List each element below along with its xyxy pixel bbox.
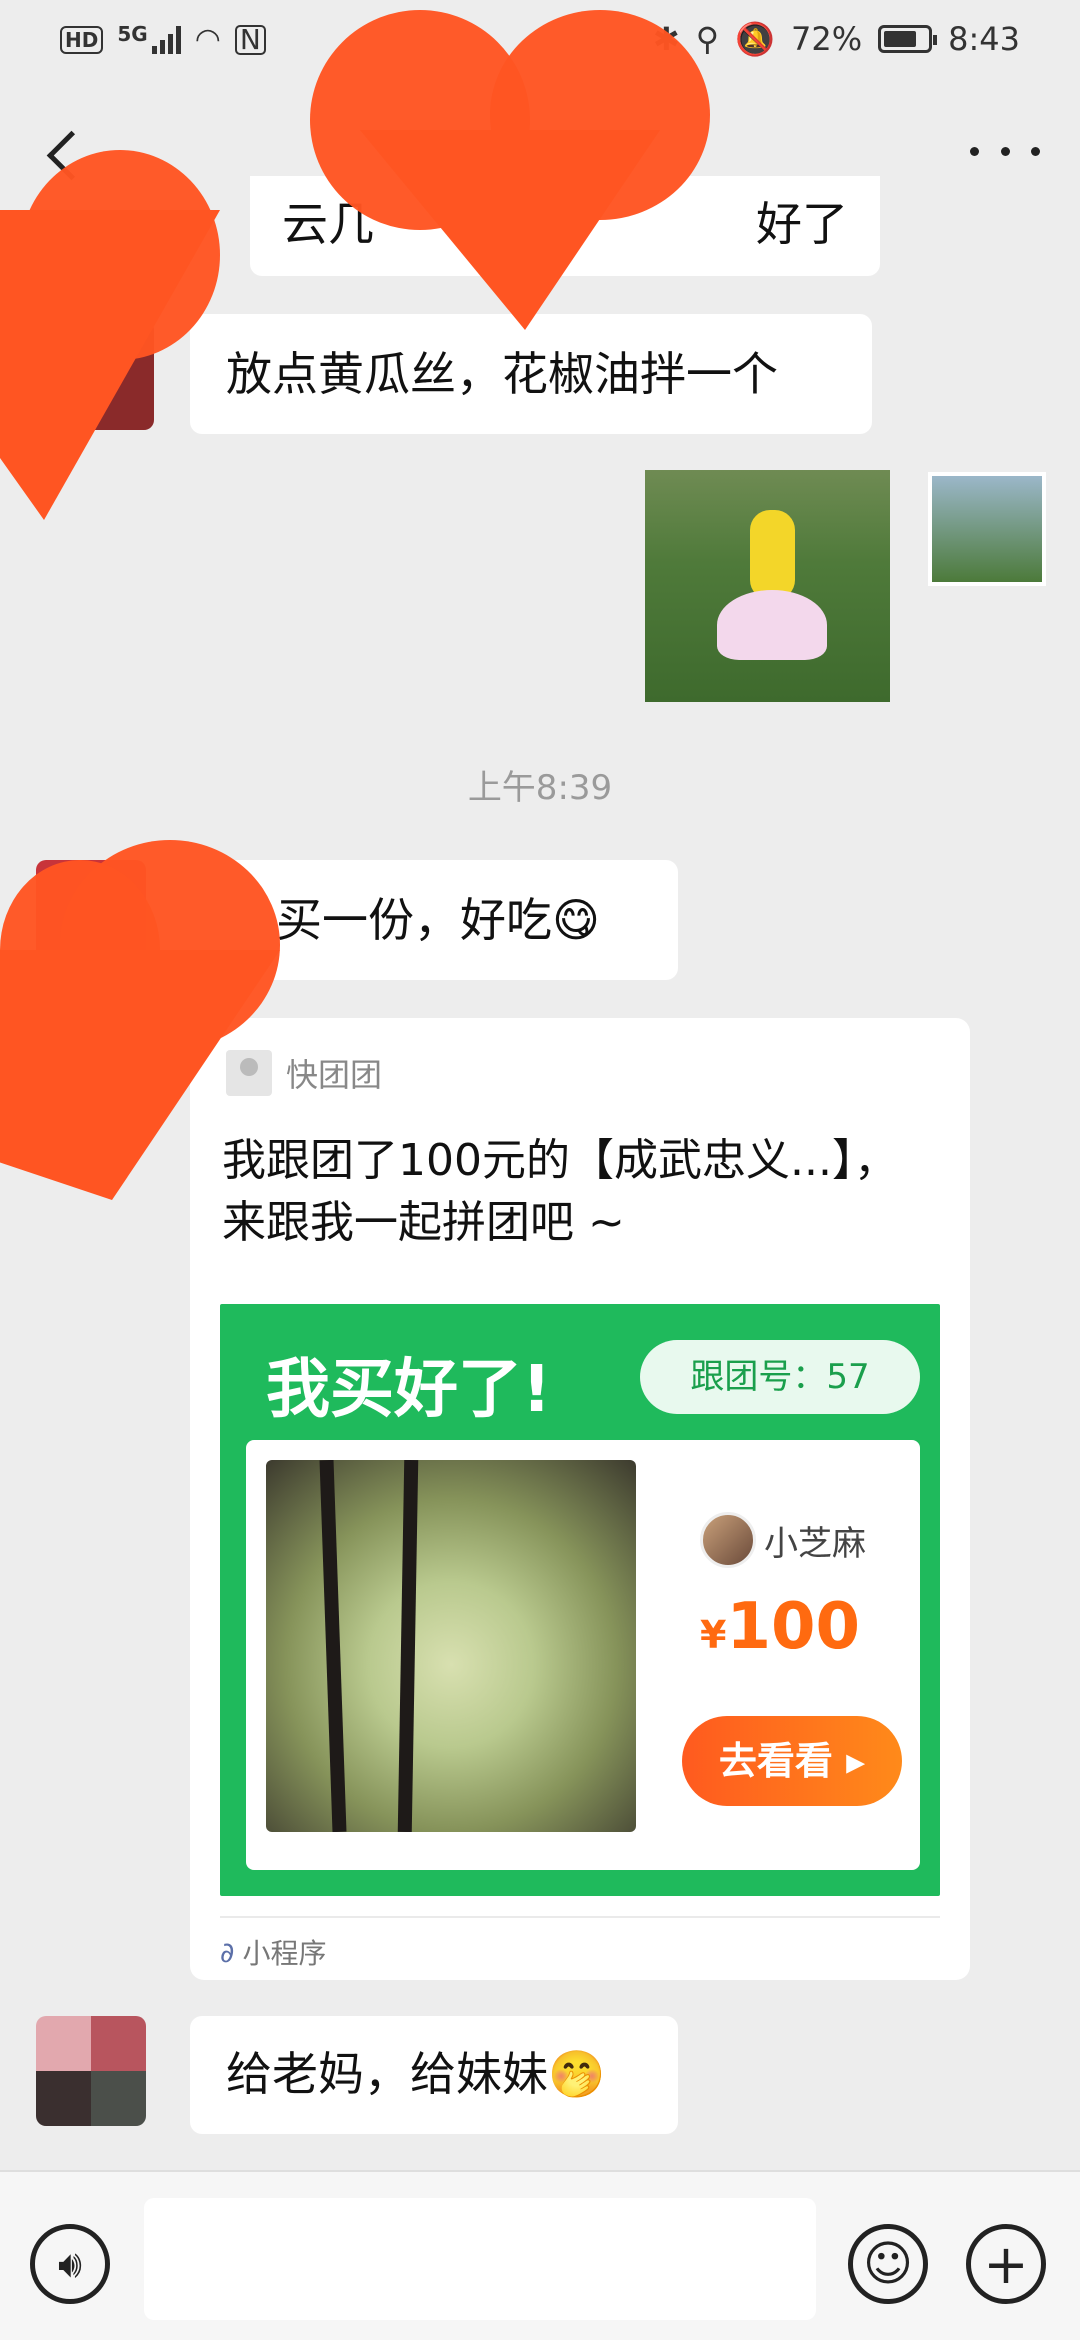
battery-icon (878, 25, 938, 53)
heart-scribble (0, 150, 220, 520)
mute-icon: 🔕 (735, 20, 776, 58)
message-text: 放点黄瓜丝，花椒油拌一个 (226, 347, 778, 401)
price-value: 100 (726, 1590, 861, 1664)
more-options-button[interactable] (970, 126, 1040, 176)
message-text-trailing: 好了 (756, 197, 848, 251)
signal-icon (151, 25, 181, 54)
seller-info: 小芝麻 (700, 1512, 866, 1568)
clock: 8:43 (948, 20, 1020, 58)
heart-scribble (0, 840, 280, 1200)
hd-indicator: HD (60, 25, 104, 54)
wifi-icon: ◠ (194, 22, 221, 57)
seller-name: 小芝麻 (764, 1523, 866, 1564)
currency-symbol: ¥ (700, 1613, 727, 1657)
group-number-badge: 跟团号：57 (640, 1340, 920, 1414)
message-text: 给老妈，给妹妹🤭 (226, 2047, 606, 2101)
timestamp: 上午8:39 (467, 768, 613, 808)
price: ¥100 (700, 1590, 860, 1664)
sticker-image[interactable] (645, 470, 890, 702)
seller-avatar (700, 1512, 756, 1568)
mini-program-icon: ∂ (220, 1935, 235, 1969)
product-image (266, 1460, 636, 1832)
input-bar: 🔊︎ ☺ + (0, 2170, 1080, 2340)
voice-button[interactable]: 🔊︎ (30, 2224, 110, 2304)
mini-program-card[interactable]: 快团团 我跟团了100元的【成武忠义...】，来跟我一起拼团吧 ~ 我买好了! … (190, 1018, 970, 1980)
card-footer: ∂ 小程序 (220, 1916, 940, 1972)
network-type: 5G (117, 21, 148, 46)
heart-scribble (310, 10, 730, 340)
message-input[interactable] (144, 2198, 816, 2320)
sticker-image[interactable] (928, 472, 1046, 586)
battery-percent: 72% (791, 20, 863, 58)
message-text: 买一份，好吃😋 (276, 893, 600, 947)
promo-banner[interactable]: 我买好了! 跟团号：57 小芝麻 ¥100 去看看 ▸ (220, 1304, 940, 1896)
view-button[interactable]: 去看看 ▸ (682, 1716, 902, 1806)
mini-program-label: 小程序 (242, 1937, 327, 1970)
message-bubble[interactable]: 给老妈，给妹妹🤭 (190, 2016, 678, 2134)
product-panel: 小芝麻 ¥100 去看看 ▸ (246, 1440, 920, 1870)
promo-headline: 我买好了! (266, 1353, 552, 1427)
plus-button[interactable]: + (966, 2224, 1046, 2304)
avatar[interactable] (36, 2016, 146, 2126)
nfc-icon: N (234, 24, 266, 55)
source-name: 快团团 (286, 1056, 383, 1094)
card-title: 我跟团了100元的【成武忠义...】，来跟我一起拼团吧 ~ (222, 1135, 898, 1248)
emoji-button[interactable]: ☺ (848, 2224, 928, 2304)
